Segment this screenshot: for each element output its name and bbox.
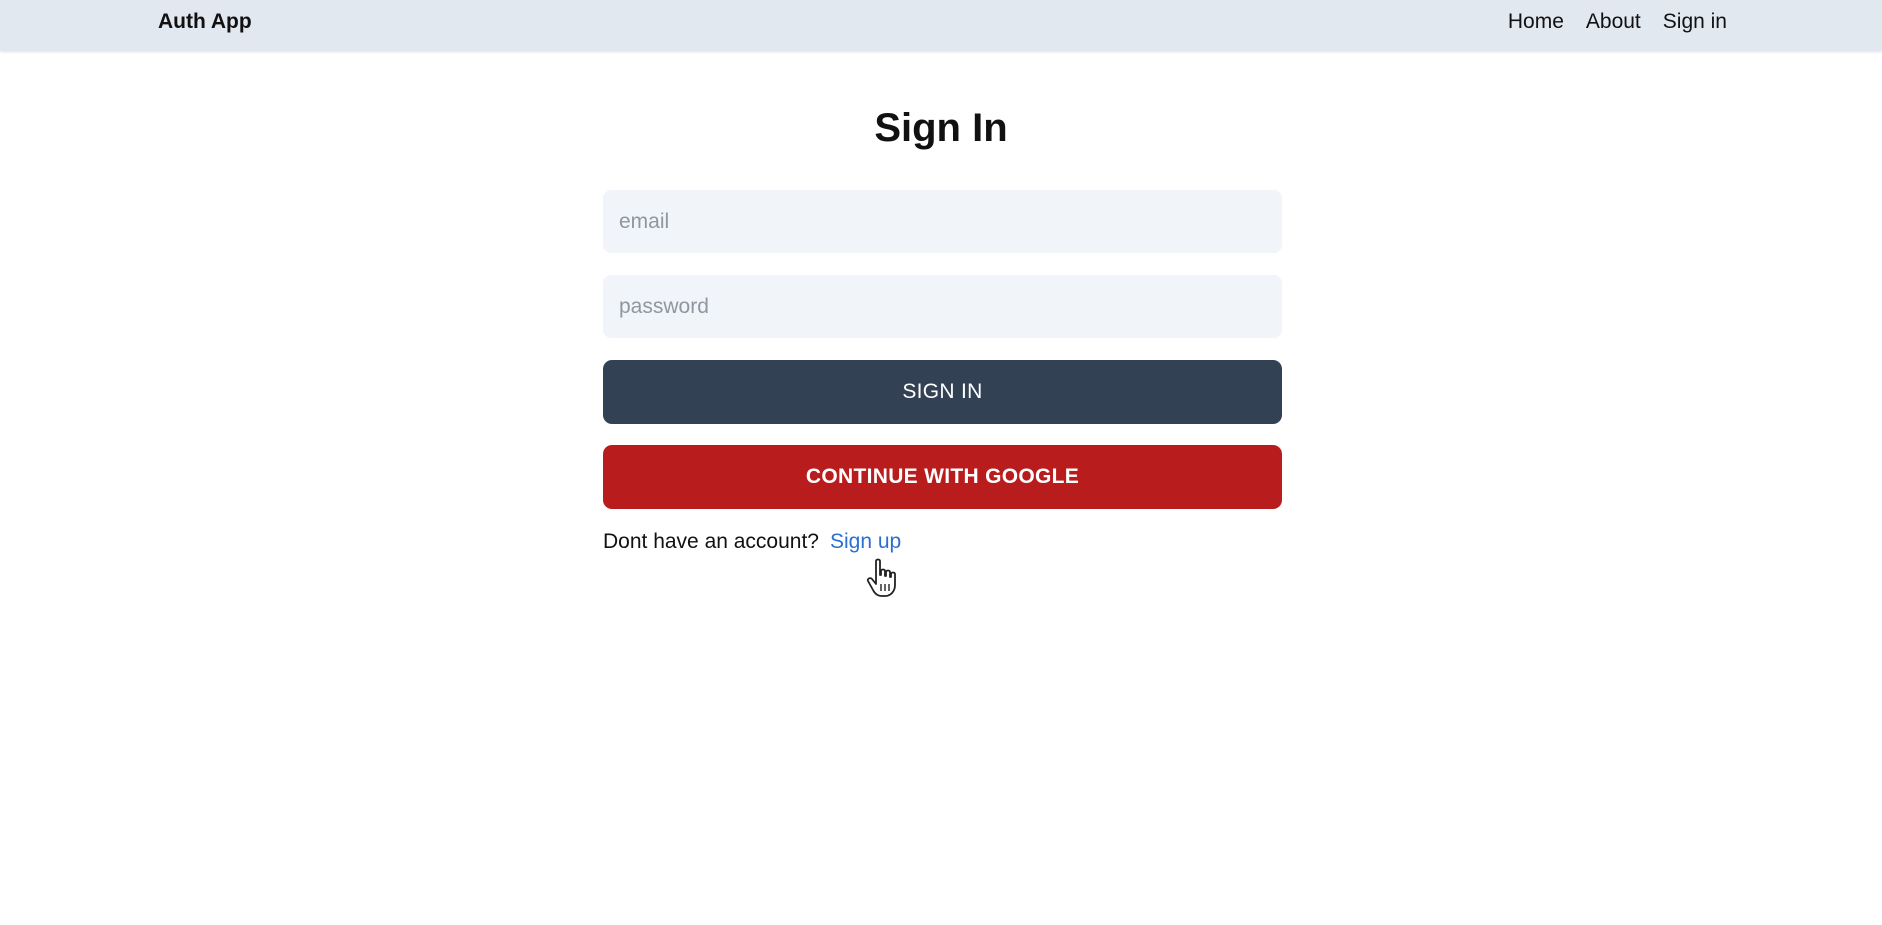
hand-pointer-icon [866,558,896,597]
password-field[interactable] [603,275,1282,338]
sign-in-form: SIGN IN CONTINUE WITH GOOGLE Dont have a… [603,190,1282,554]
continue-with-google-button[interactable]: CONTINUE WITH GOOGLE [603,445,1282,509]
sign-up-link[interactable]: Sign up [830,530,901,554]
navbar: Auth App Home About Sign in [0,0,1882,51]
email-field[interactable] [603,190,1282,253]
page-title: Sign In [874,106,1008,150]
sign-in-button[interactable]: SIGN IN [603,360,1282,424]
nav-links: Home About Sign in [1508,10,1727,34]
nav-link-sign-in[interactable]: Sign in [1663,10,1727,34]
nav-link-home[interactable]: Home [1508,10,1564,34]
signup-row: Dont have an account? Sign up [603,530,1282,554]
signup-prompt: Dont have an account? [603,530,819,553]
nav-link-about[interactable]: About [1586,10,1641,34]
brand-logo-text[interactable]: Auth App [158,10,252,34]
